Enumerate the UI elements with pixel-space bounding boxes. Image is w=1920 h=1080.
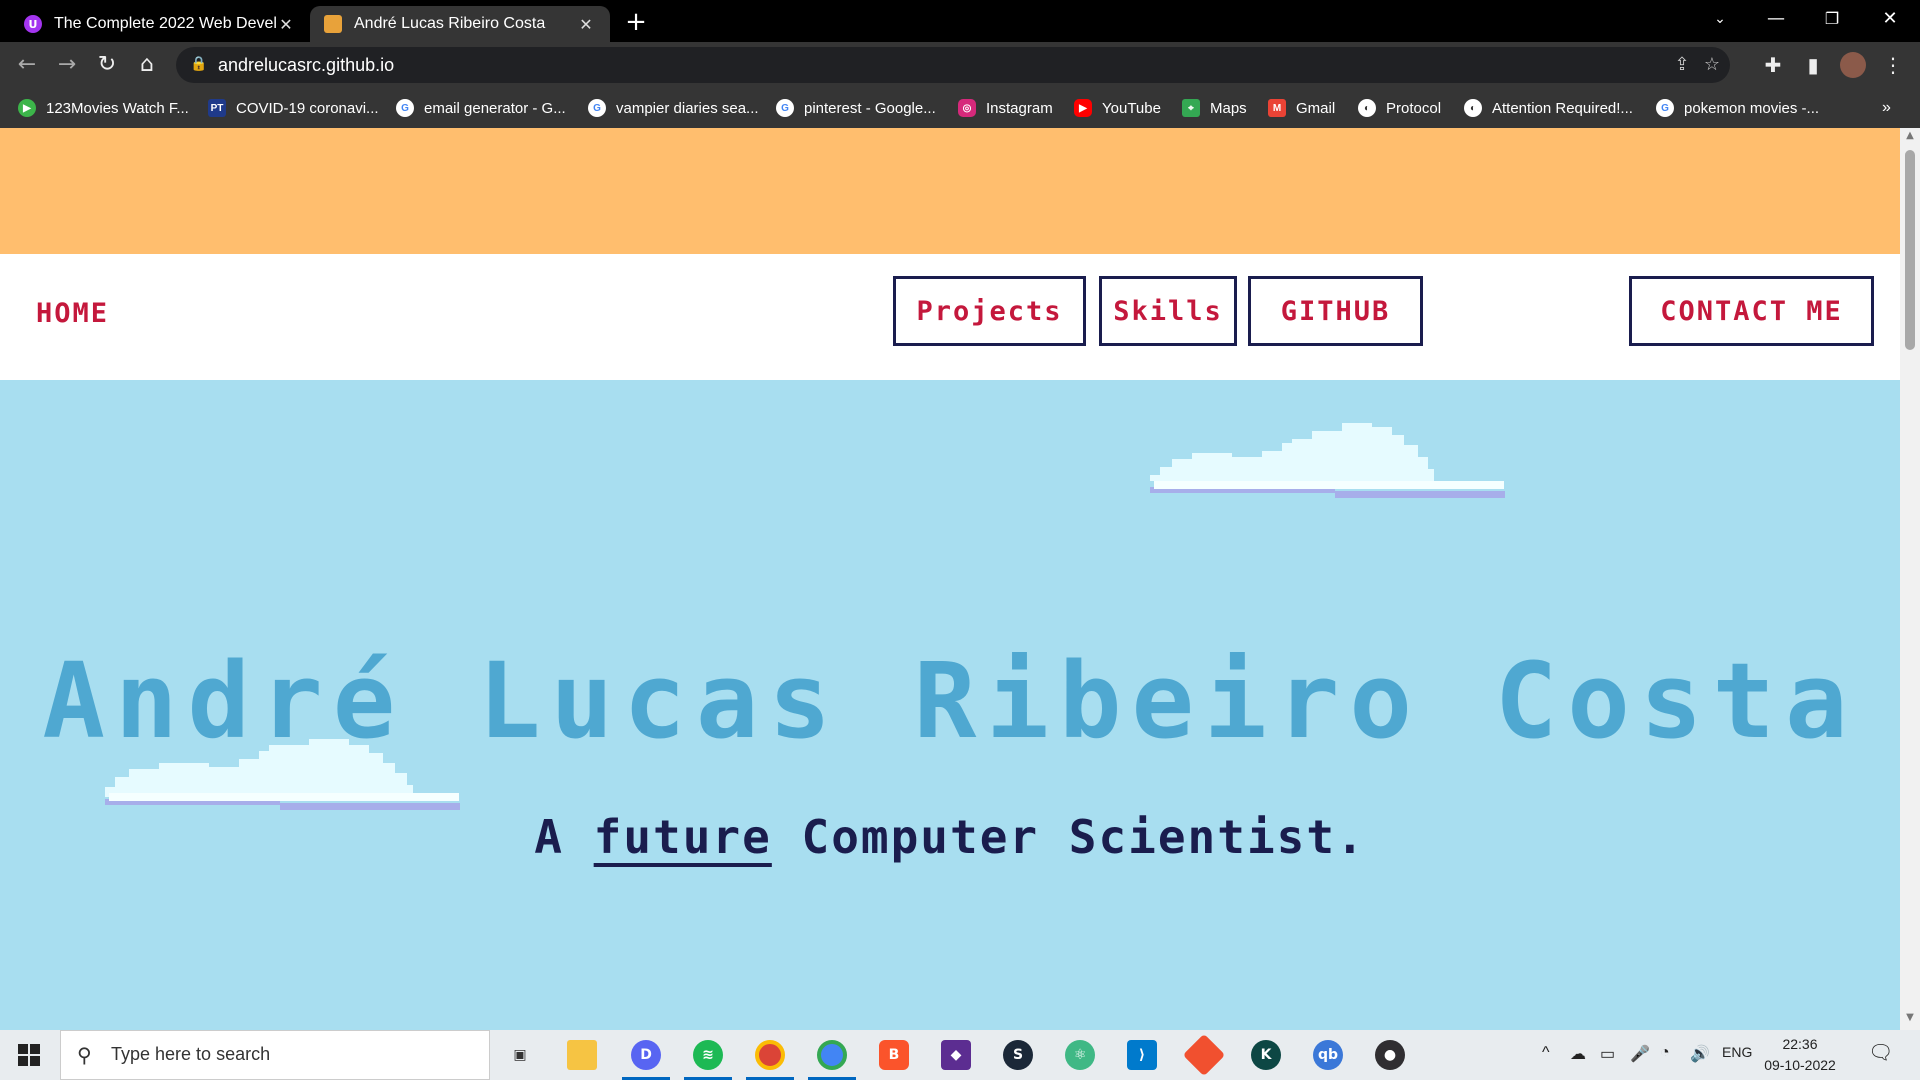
windows-taskbar: ⚲ Type here to search ▣ D ≋ B ◆ S ⚛ ⟩ K …: [0, 1030, 1920, 1080]
top-banner: [0, 128, 1900, 254]
nav-contact-button[interactable]: CONTACT ME: [1629, 276, 1874, 346]
new-tab-button[interactable]: +: [622, 8, 650, 36]
bookmark-item[interactable]: M Gmail: [1268, 96, 1335, 120]
tab-title: André Lucas Ribeiro Costa: [354, 15, 546, 32]
maps-icon: ⌖: [1182, 99, 1200, 117]
bookmark-item[interactable]: ▶ YouTube: [1074, 96, 1161, 120]
forward-button[interactable]: →: [52, 50, 82, 80]
chrome-icon[interactable]: [746, 1037, 794, 1080]
tab-portfolio[interactable]: André Lucas Ribeiro Costa ✕: [310, 6, 610, 42]
scroll-down-icon[interactable]: ▼: [1900, 1012, 1920, 1028]
extensions-icon[interactable]: ✚: [1758, 50, 1788, 80]
more-bookmarks-icon[interactable]: »: [1882, 96, 1891, 120]
nav-home-link[interactable]: HOME: [36, 298, 109, 329]
microphone-icon[interactable]: 🎤: [1630, 1044, 1650, 1064]
hero-subtitle: A future Computer Scientist.: [534, 810, 1366, 864]
profile-avatar[interactable]: [1840, 52, 1866, 78]
chrome-icon[interactable]: [808, 1037, 856, 1080]
future-link[interactable]: future: [594, 810, 772, 864]
bookmarks-bar: ▶ 123Movies Watch F... PT COVID-19 coronav…: [0, 88, 1920, 128]
onedrive-icon[interactable]: ☁: [1570, 1044, 1586, 1064]
restore-button[interactable]: ❐: [1812, 4, 1852, 34]
spotify-icon[interactable]: ≋: [684, 1037, 732, 1080]
menu-icon[interactable]: ⋮: [1878, 50, 1908, 80]
google-icon: G: [588, 99, 606, 117]
side-panel-icon[interactable]: ▮: [1798, 50, 1828, 80]
google-icon: G: [396, 99, 414, 117]
minimize-button[interactable]: —: [1756, 4, 1796, 34]
gitkraken-icon[interactable]: K: [1248, 1037, 1284, 1073]
clock[interactable]: 22:36 09-10-2022: [1760, 1034, 1840, 1076]
pt-icon: PT: [208, 99, 226, 117]
udemy-icon: U: [24, 15, 42, 33]
task-view-icon[interactable]: ▣: [502, 1037, 538, 1073]
bookmark-item[interactable]: ◐ Protocol: [1358, 96, 1441, 120]
site-navbar: HOME Projects Skills GITHUB CONTACT ME: [0, 254, 1900, 380]
qbittorrent-icon[interactable]: qb: [1310, 1037, 1346, 1073]
tab-search-icon[interactable]: ⌄: [1700, 4, 1740, 34]
google-icon: G: [776, 99, 794, 117]
search-icon: ⚲: [77, 1043, 92, 1067]
globe-icon: ◐: [1358, 99, 1376, 117]
bookmark-item[interactable]: ◐ Attention Required!...: [1464, 96, 1633, 120]
visual-studio-icon[interactable]: ◆: [938, 1037, 974, 1073]
bookmark-star-icon[interactable]: ☆: [1700, 53, 1724, 77]
close-tab-icon[interactable]: ✕: [276, 15, 296, 34]
share-icon[interactable]: ⇪: [1670, 53, 1694, 77]
battery-icon[interactable]: ▭: [1600, 1044, 1615, 1064]
git-icon[interactable]: [1182, 1033, 1226, 1077]
back-button[interactable]: ←: [12, 50, 42, 80]
close-window-button[interactable]: ✕: [1870, 4, 1910, 34]
pixel-cloud: [1150, 423, 1505, 498]
nav-projects-button[interactable]: Projects: [893, 276, 1086, 346]
nav-skills-button[interactable]: Skills: [1099, 276, 1237, 346]
hero-title: André Lucas Ribeiro Costa: [42, 640, 1858, 762]
scrollbar-thumb[interactable]: [1905, 150, 1915, 350]
tab-udemy[interactable]: U The Complete 2022 Web Develop ✕: [10, 6, 310, 42]
bookmark-item[interactable]: ▶ 123Movies Watch F...: [18, 96, 189, 120]
bookmark-item[interactable]: ⌖ Maps: [1182, 96, 1247, 120]
gmail-icon: M: [1268, 99, 1286, 117]
bookmark-item[interactable]: Gpokemon movies -...: [1656, 96, 1819, 120]
browser-toolbar: ← → ↻ ⌂ 🔒 andrelucasrc.github.io ⇪ ☆ ✚ ▮…: [0, 42, 1920, 88]
google-icon: G: [1656, 99, 1674, 117]
bookmark-item[interactable]: Gemail generator - G...: [396, 96, 566, 120]
windows-start-icon[interactable]: [18, 1044, 40, 1066]
nav-github-button[interactable]: GITHUB: [1248, 276, 1423, 346]
taskbar-search[interactable]: ⚲ Type here to search: [60, 1030, 490, 1080]
bookmark-item[interactable]: Gvampier diaries sea...: [588, 96, 759, 120]
volume-icon[interactable]: 🔊: [1690, 1044, 1710, 1064]
play-icon: ▶: [18, 99, 36, 117]
lock-icon: 🔒: [190, 56, 208, 72]
url-text: andrelucasrc.github.io: [218, 55, 395, 75]
file-explorer-icon[interactable]: [564, 1037, 600, 1073]
scroll-up-icon[interactable]: ▲: [1900, 130, 1920, 146]
language-indicator[interactable]: ENG: [1722, 1044, 1752, 1060]
reload-button[interactable]: ↻: [92, 50, 122, 80]
vscode-icon[interactable]: ⟩: [1124, 1037, 1160, 1073]
web-page: HOME Projects Skills GITHUB CONTACT ME A…: [0, 128, 1900, 1030]
bookmark-item[interactable]: PT COVID-19 coronavi...: [208, 96, 379, 120]
close-tab-icon[interactable]: ✕: [576, 15, 596, 34]
instagram-icon: ◎: [958, 99, 976, 117]
atom-icon[interactable]: ⚛: [1062, 1037, 1098, 1073]
steam-icon[interactable]: S: [1000, 1037, 1036, 1073]
address-bar[interactable]: 🔒 andrelucasrc.github.io ⇪ ☆: [176, 47, 1730, 83]
hero-section: André Lucas Ribeiro Costa A future Compu…: [0, 380, 1900, 1030]
youtube-icon: ▶: [1074, 99, 1092, 117]
bookmark-item[interactable]: ◎ Instagram: [958, 96, 1053, 120]
page-scrollbar[interactable]: ▲ ▼: [1900, 128, 1920, 1030]
tab-title: The Complete 2022 Web Develop: [54, 15, 276, 32]
tray-chevron-icon[interactable]: ^: [1542, 1044, 1550, 1062]
globe-icon: ◐: [1464, 99, 1482, 117]
tab-strip: U The Complete 2022 Web Develop ✕ André …: [0, 0, 1920, 42]
discord-icon[interactable]: D: [622, 1037, 670, 1080]
home-button[interactable]: ⌂: [132, 50, 162, 80]
obs-icon[interactable]: ●: [1372, 1037, 1408, 1073]
wifi-icon[interactable]: ◔: [1660, 1044, 1670, 1062]
brave-icon[interactable]: B: [876, 1037, 912, 1073]
bookmark-item[interactable]: Gpinterest - Google...: [776, 96, 936, 120]
pixel-avatar-icon: [324, 15, 342, 33]
notification-icon[interactable]: 🗨: [1868, 1040, 1893, 1065]
